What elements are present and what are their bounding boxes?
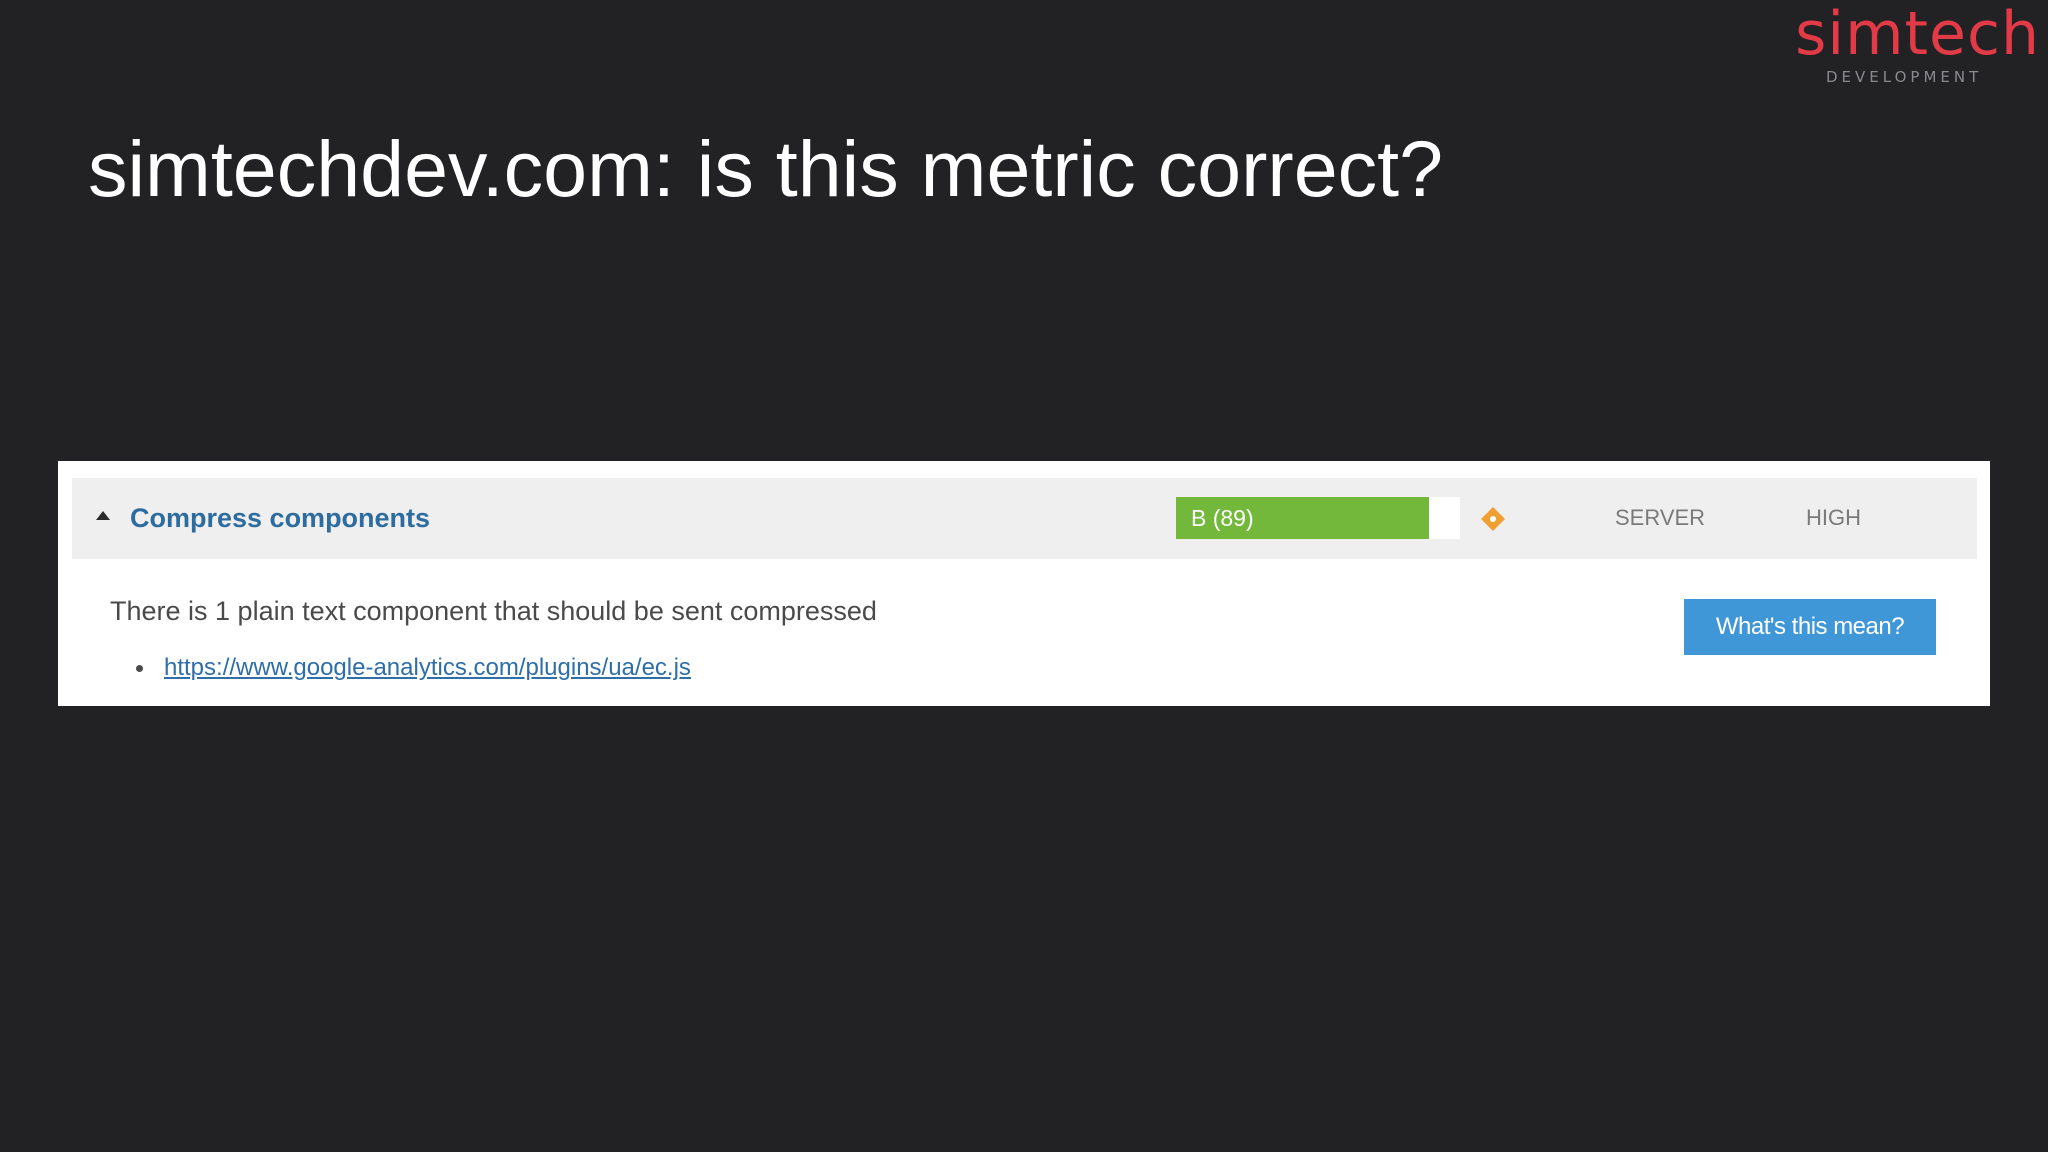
rule-panel: Compress components B (89) SERVER HIGH T… [58, 461, 1990, 706]
logo-subtitle: DEVELOPMENT [1826, 68, 1983, 86]
bullet-icon [136, 665, 143, 672]
caret-up-icon[interactable] [96, 511, 110, 520]
resource-list: https://www.google-analytics.com/plugins… [136, 653, 691, 683]
list-item: https://www.google-analytics.com/plugins… [136, 653, 691, 683]
diamond-icon [1481, 507, 1505, 531]
logo-wordmark: simtech [1795, 0, 2040, 69]
rule-title[interactable]: Compress components [130, 502, 430, 534]
rule-priority: HIGH [1806, 505, 1861, 530]
grade-bar: B (89) [1176, 497, 1460, 539]
slide-title: simtechdev.com: is this metric correct? [88, 124, 1444, 213]
resource-link[interactable]: https://www.google-analytics.com/plugins… [164, 654, 691, 681]
rule-header[interactable]: Compress components B (89) SERVER HIGH [72, 478, 1977, 559]
grade-label: B (89) [1191, 505, 1254, 531]
whats-this-mean-button[interactable]: What's this mean? [1684, 599, 1936, 655]
simtech-logo: simtech DEVELOPMENT [1780, 4, 2040, 88]
rule-message: There is 1 plain text component that sho… [110, 596, 877, 626]
rule-type: SERVER [1615, 505, 1706, 530]
